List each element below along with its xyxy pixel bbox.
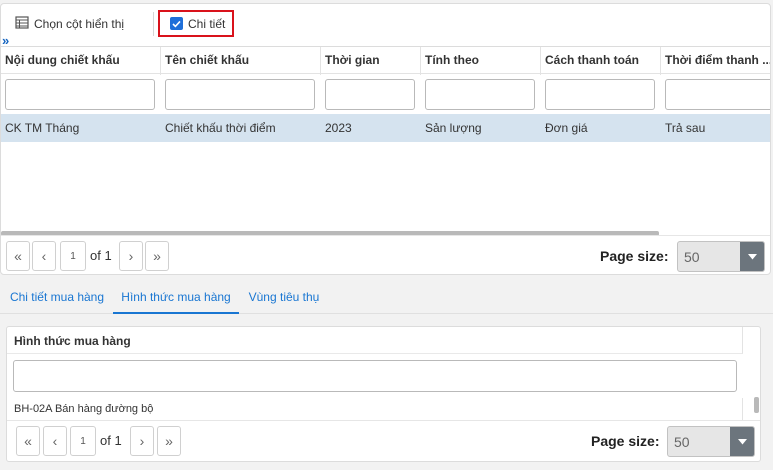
column-header[interactable]: Tính theo xyxy=(421,47,541,75)
page-number-input[interactable]: 1 xyxy=(60,241,86,271)
expand-panel-icon[interactable]: » xyxy=(2,34,9,47)
filter-input[interactable] xyxy=(325,79,415,110)
table-cell: Sản lượng xyxy=(425,121,482,135)
page-size-value: 50 xyxy=(684,249,700,265)
column-header[interactable]: Tên chiết khấu xyxy=(161,47,321,75)
column-header[interactable]: Thời gian xyxy=(321,47,421,75)
column-header[interactable]: Thời điểm thanh ... xyxy=(661,47,770,75)
bottom-pager: « ‹ 1 of 1 › » Page size: 50 xyxy=(7,420,760,460)
grid-toolbar: Chọn cột hiển thị Chi tiết » xyxy=(1,4,770,47)
filter-input[interactable] xyxy=(665,79,770,110)
prev-page-button[interactable]: ‹ xyxy=(43,426,67,456)
filter-input[interactable] xyxy=(425,79,535,110)
page-size-value: 50 xyxy=(674,434,690,450)
top-pager: « ‹ 1 of 1 › » Page size: 50 xyxy=(1,235,770,274)
detail-tabs: Chi tiết mua hàng Hình thức mua hàng Vùn… xyxy=(0,283,773,314)
chevron-down-icon[interactable] xyxy=(740,242,764,271)
columns-icon xyxy=(15,15,29,32)
grid-header-row: Nội dung chiết khấu Tên chiết khấu Thời … xyxy=(1,46,770,75)
column-header[interactable]: Nội dung chiết khấu xyxy=(1,47,161,75)
column-header[interactable]: Hình thức mua hàng xyxy=(7,327,743,354)
table-cell: CK TM Tháng xyxy=(5,121,80,135)
table-cell: Trả sau xyxy=(665,121,706,135)
toolbar-divider xyxy=(153,12,154,36)
page-count-label: of 1 xyxy=(90,248,112,263)
table-cell: 2023 xyxy=(325,121,352,135)
filter-input[interactable] xyxy=(13,360,737,392)
tab-consumption-area[interactable]: Vùng tiêu thụ xyxy=(245,283,323,314)
table-row[interactable]: BH-02A Bán hàng đường bộ xyxy=(7,398,743,420)
table-row[interactable]: CK TM Tháng Chiết khấu thời điểm 2023 Sả… xyxy=(1,114,770,142)
choose-columns-button[interactable]: Chọn cột hiển thị xyxy=(15,10,124,37)
last-page-button[interactable]: » xyxy=(145,241,169,271)
filter-input[interactable] xyxy=(165,79,315,110)
page-number-input[interactable]: 1 xyxy=(70,426,96,456)
discount-grid-panel: Chọn cột hiển thị Chi tiết » Nội dung ch… xyxy=(0,3,771,275)
prev-page-button[interactable]: ‹ xyxy=(32,241,56,271)
tab-purchase-details[interactable]: Chi tiết mua hàng xyxy=(4,283,110,314)
purchase-method-panel: Hình thức mua hàng BH-02A Bán hàng đường… xyxy=(6,326,761,462)
page-size-label: Page size: xyxy=(591,433,660,449)
table-cell: Chiết khấu thời điểm xyxy=(165,121,276,135)
page-size-select[interactable]: 50 xyxy=(677,241,765,272)
last-page-button[interactable]: » xyxy=(157,426,181,456)
grid-filter-row xyxy=(1,74,770,114)
tab-purchase-method[interactable]: Hình thức mua hàng xyxy=(113,283,239,314)
filter-input[interactable] xyxy=(5,79,155,110)
page-count-label: of 1 xyxy=(100,433,122,448)
column-header[interactable]: Cách thanh toán xyxy=(541,47,661,75)
page-size-label: Page size: xyxy=(600,248,669,264)
chevron-down-icon[interactable] xyxy=(730,427,754,456)
detail-checkbox[interactable] xyxy=(170,17,183,30)
page-size-select[interactable]: 50 xyxy=(667,426,755,457)
next-page-button[interactable]: › xyxy=(130,426,154,456)
detail-label: Chi tiết xyxy=(188,16,226,31)
table-cell: Đơn giá xyxy=(545,121,588,135)
next-page-button[interactable]: › xyxy=(119,241,143,271)
detail-toggle[interactable]: Chi tiết xyxy=(158,10,234,37)
first-page-button[interactable]: « xyxy=(16,426,40,456)
choose-columns-label: Chọn cột hiển thị xyxy=(34,16,125,31)
filter-input[interactable] xyxy=(545,79,655,110)
vertical-scrollbar[interactable] xyxy=(754,397,759,413)
first-page-button[interactable]: « xyxy=(6,241,30,271)
